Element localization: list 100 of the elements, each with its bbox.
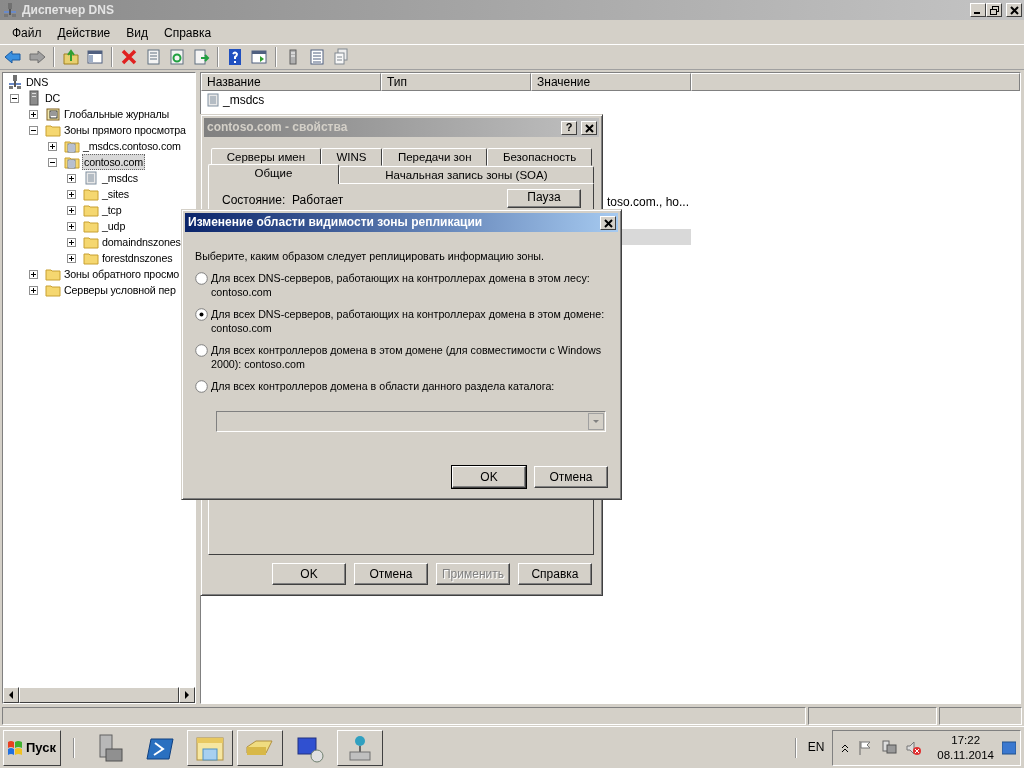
dialog-button[interactable]: Справка	[518, 563, 592, 585]
close-icon	[582, 121, 596, 134]
app-icon	[2, 2, 18, 18]
radio-button[interactable]	[195, 343, 208, 357]
expand-icon[interactable]	[67, 205, 76, 215]
expand-icon[interactable]	[67, 189, 76, 199]
scroll-right-icon[interactable]	[184, 691, 190, 699]
expand-icon[interactable]	[67, 221, 76, 231]
help-button[interactable]: ?	[561, 120, 577, 135]
restore-icon	[989, 5, 999, 15]
option-label: Для всех контроллеров домена в этом домене (для совместимости с Windows 2000): contoso.com	[211, 342, 603, 371]
minimize-button[interactable]	[970, 3, 986, 17]
tree-item[interactable]: domaindnszones	[101, 235, 182, 249]
list-icon[interactable]	[308, 48, 326, 66]
field-label: Состояние:	[222, 193, 287, 208]
radio-button[interactable]	[195, 271, 208, 285]
expand-icon[interactable]	[29, 109, 38, 119]
dialog-title: Изменение области видимости зоны репликации	[188, 215, 484, 230]
tab[interactable]: WINS	[320, 148, 383, 166]
dialog-button[interactable]: Отмена	[534, 466, 608, 488]
column-header[interactable]: Значение	[531, 73, 691, 91]
expand-icon[interactable]	[67, 173, 76, 183]
expand-icon[interactable]	[48, 141, 57, 151]
pane-icon[interactable]	[86, 48, 104, 66]
tree-item[interactable]: forestdnszones	[101, 251, 174, 265]
dialog-button[interactable]: OK	[272, 563, 346, 585]
tree-item[interactable]: Зоны прямого просмотра	[63, 123, 187, 137]
expand-icon[interactable]	[67, 237, 76, 247]
show-desktop-icon[interactable]	[1002, 740, 1016, 755]
menu-item[interactable]: Вид	[118, 23, 156, 43]
network-icon[interactable]	[881, 739, 898, 756]
expand-icon[interactable]	[29, 269, 38, 279]
tab[interactable]: Общие	[208, 164, 339, 184]
folder-icon	[83, 186, 99, 202]
clock-time[interactable]: 17:22	[937, 732, 994, 748]
folder-icon	[45, 122, 61, 138]
close-button[interactable]	[600, 215, 616, 230]
chevron-up-icon[interactable]	[841, 742, 850, 753]
collapse-icon[interactable]	[10, 93, 19, 103]
tree-item[interactable]: Глобальные журналы	[63, 107, 171, 121]
radio-button[interactable]	[195, 307, 208, 321]
taskbar-button[interactable]	[337, 729, 383, 766]
status-value: Работает	[292, 193, 345, 208]
help-icon[interactable]	[226, 48, 244, 66]
menu-item[interactable]: Файл	[4, 23, 50, 43]
speaker-muted-icon[interactable]	[905, 739, 922, 756]
tree-item[interactable]: _tcp	[101, 203, 123, 217]
back-arrow-icon[interactable]	[4, 48, 22, 66]
tree-item[interactable]: _msdcs.contoso.com	[82, 139, 182, 153]
windows-logo-icon	[6, 738, 24, 757]
dialog-button[interactable]: OK	[452, 466, 526, 488]
taskbar-button[interactable]	[187, 729, 233, 766]
tree-item[interactable]: Серверы условной пер	[63, 283, 177, 297]
option-label: Для всех DNS-серверов, работающих на контроллерах домена в этом домене: contoso.com	[211, 306, 606, 335]
close-button[interactable]	[581, 120, 597, 135]
column-header[interactable]: Тип	[381, 73, 531, 91]
window-title: Диспетчер DNS	[22, 2, 115, 18]
radio-button[interactable]	[195, 379, 208, 393]
collapse-icon[interactable]	[48, 157, 57, 167]
log-icon	[45, 106, 61, 122]
scroll-thumb[interactable]	[19, 687, 179, 703]
tree-item[interactable]: contoso.com	[82, 154, 145, 170]
delete-icon[interactable]	[120, 48, 138, 66]
column-header[interactable]: Название	[201, 73, 381, 91]
refresh-icon[interactable]	[168, 48, 186, 66]
dialog-button[interactable]: Отмена	[354, 563, 428, 585]
folder-icon	[83, 218, 99, 234]
clock-date[interactable]: 08.11.2014	[937, 747, 994, 763]
scrollbar[interactable]	[3, 687, 195, 703]
close-button[interactable]	[1006, 3, 1022, 17]
tab[interactable]: Начальная запись зоны (SOA)	[338, 166, 594, 184]
tab[interactable]: Безопасность	[487, 148, 592, 166]
scroll-left-icon[interactable]	[8, 691, 14, 699]
tab[interactable]: Передачи зон	[382, 148, 488, 166]
expand-icon[interactable]	[67, 253, 76, 263]
tree-item[interactable]: _sites	[101, 187, 131, 201]
tree-item[interactable]: Зоны обратного просмо	[63, 267, 181, 281]
close-icon	[1007, 4, 1021, 16]
collapse-icon[interactable]	[29, 125, 38, 135]
list-row[interactable]: _msdcs	[201, 92, 691, 108]
pause-button[interactable]: Пауза	[507, 189, 581, 208]
dialog-title: contoso.com - свойства	[207, 120, 349, 135]
export-icon[interactable]	[192, 48, 210, 66]
start-button[interactable]: Пуск	[3, 729, 61, 766]
document-icon	[83, 170, 99, 186]
tree-item[interactable]: _udp	[101, 219, 127, 233]
menu-item[interactable]: Действие	[49, 23, 119, 43]
menu-item[interactable]: Справка	[156, 23, 220, 43]
language-indicator[interactable]: EN	[803, 740, 829, 755]
restore-button[interactable]	[986, 3, 1002, 17]
tree-item[interactable]: DC	[44, 91, 62, 105]
tree-item[interactable]: _msdcs	[101, 171, 139, 185]
folder-icon	[83, 234, 99, 250]
window-icon[interactable]	[250, 48, 268, 66]
taskbar-button[interactable]	[237, 729, 283, 766]
expand-icon[interactable]	[29, 285, 38, 295]
tree-item[interactable]: DNS	[25, 75, 50, 89]
server-icon	[26, 90, 42, 106]
folder-icon	[45, 282, 61, 298]
forward-arrow-icon[interactable]	[28, 48, 46, 66]
